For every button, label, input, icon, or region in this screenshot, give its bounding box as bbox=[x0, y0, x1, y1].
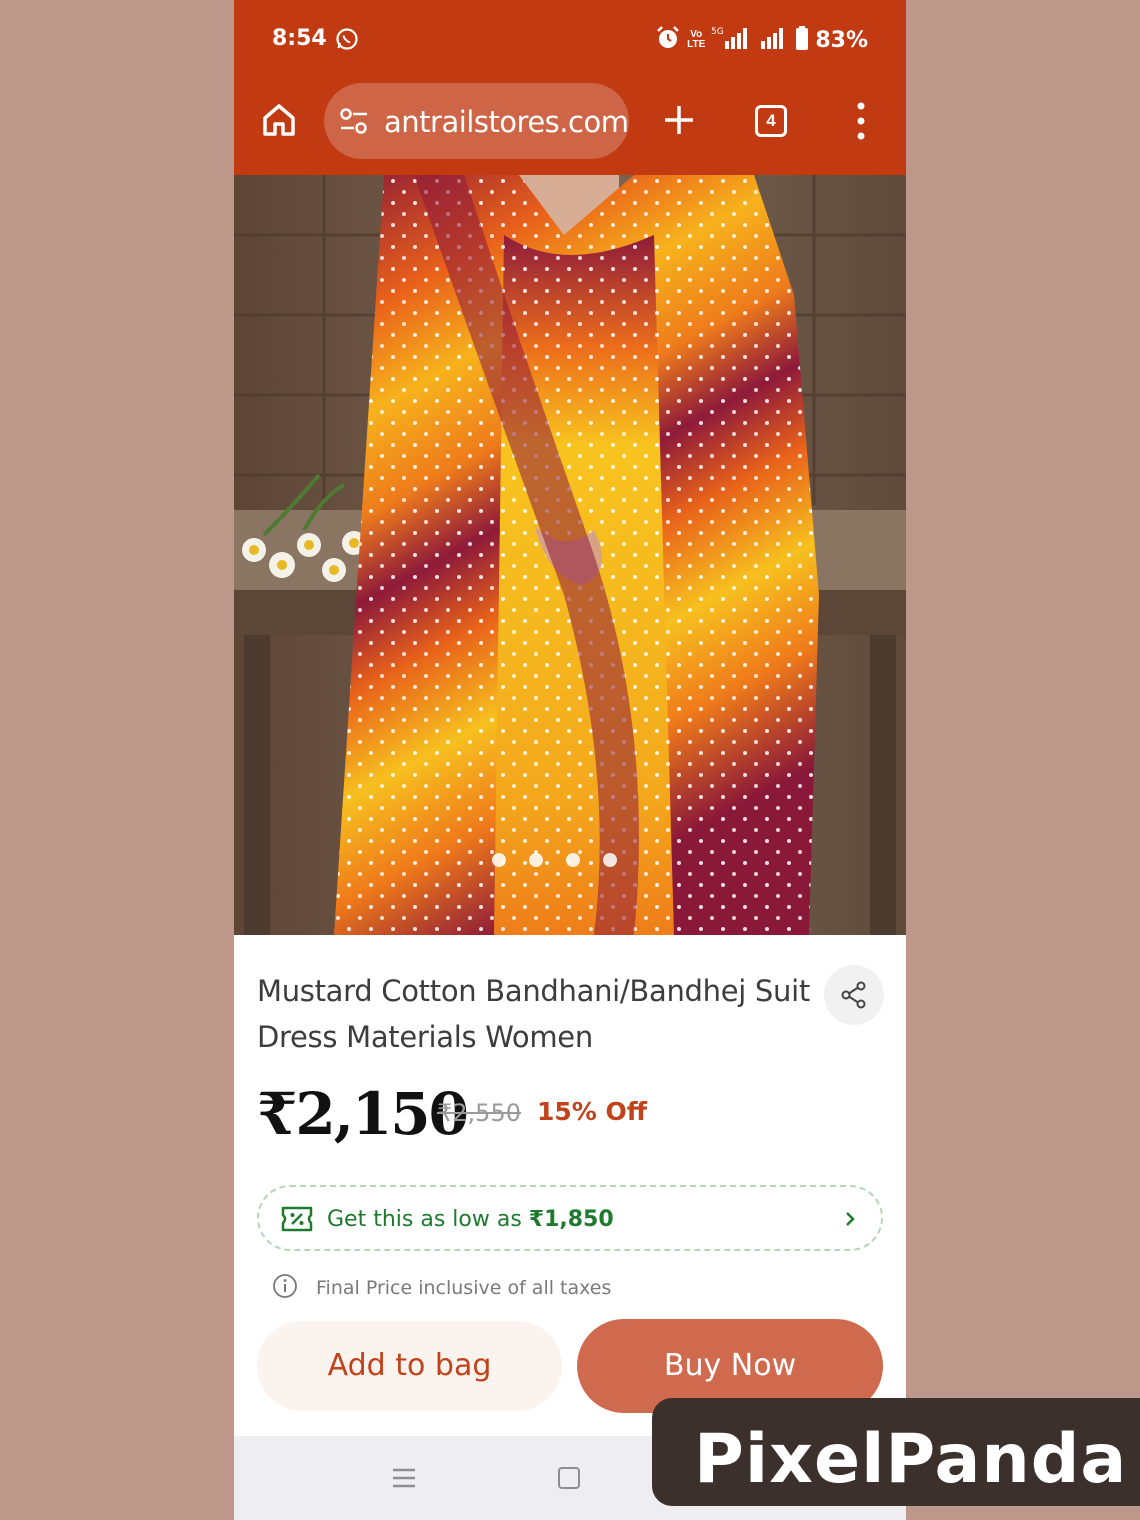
browser-toolbar: antrailstores.com 4 bbox=[234, 80, 906, 175]
product-image-carousel[interactable] bbox=[234, 175, 906, 935]
url-text: antrailstores.com bbox=[384, 105, 629, 139]
chevron-right-icon bbox=[843, 1209, 857, 1229]
offer-coupon-icon bbox=[281, 1204, 313, 1234]
add-to-bag-button[interactable]: Add to bag bbox=[257, 1321, 562, 1411]
tax-note-text: Final Price inclusive of all taxes bbox=[316, 1277, 612, 1299]
carousel-dots bbox=[492, 853, 617, 867]
browser-header: 8:54 Vo LTE 5G 83% antrailstores.com 4 bbox=[234, 0, 906, 175]
more-vert-icon[interactable] bbox=[849, 100, 873, 142]
alarm-icon bbox=[655, 25, 681, 56]
status-bar: 8:54 Vo LTE 5G 83% bbox=[234, 0, 906, 80]
info-icon bbox=[272, 1273, 298, 1299]
share-button[interactable] bbox=[824, 965, 884, 1025]
tax-note: Final Price inclusive of all taxes bbox=[272, 1273, 772, 1303]
offer-strip[interactable]: Get this as low as ₹1,850 bbox=[257, 1185, 883, 1251]
product-photo bbox=[234, 175, 906, 935]
phone-screen: 8:54 Vo LTE 5G 83% antrailstores.com 4 M… bbox=[234, 0, 906, 1520]
carousel-dot[interactable] bbox=[492, 853, 506, 867]
nav-home-icon[interactable] bbox=[558, 1467, 580, 1489]
share-icon bbox=[841, 981, 866, 1009]
volte-indicator: Vo LTE bbox=[687, 30, 705, 50]
battery-percent: 83% bbox=[815, 27, 868, 53]
product-details: Mustard Cotton Bandhani/Bandhej Suit Dre… bbox=[234, 935, 906, 1435]
signal-icon: 5G bbox=[711, 25, 753, 56]
offer-text: Get this as low as ₹1,850 bbox=[327, 1207, 614, 1232]
offer-prefix: Get this as low as bbox=[327, 1207, 529, 1232]
status-icons: Vo LTE 5G 83% bbox=[655, 24, 868, 56]
whatsapp-icon bbox=[335, 27, 359, 51]
carousel-dot[interactable] bbox=[566, 853, 580, 867]
volte-bottom: LTE bbox=[687, 39, 706, 50]
signal-icon-2 bbox=[759, 25, 789, 56]
address-bar[interactable]: antrailstores.com bbox=[324, 83, 629, 159]
home-icon[interactable] bbox=[259, 100, 299, 140]
tab-switcher-icon[interactable]: 4 bbox=[755, 105, 787, 137]
product-title: Mustard Cotton Bandhani/Bandhej Suit Dre… bbox=[257, 974, 810, 1054]
carousel-dot[interactable] bbox=[603, 853, 617, 867]
site-settings-icon[interactable] bbox=[339, 108, 369, 134]
carousel-dot[interactable] bbox=[529, 853, 543, 867]
status-time: 8:54 bbox=[272, 26, 327, 51]
product-price: ₹2,150 bbox=[257, 1080, 469, 1148]
nav-recents-icon[interactable] bbox=[391, 1467, 417, 1489]
offer-amount: ₹1,850 bbox=[528, 1207, 614, 1232]
watermark-text: PixelPanda bbox=[694, 1420, 1128, 1499]
battery-icon bbox=[795, 25, 809, 56]
product-mrp: ₹2,550 bbox=[437, 1099, 521, 1127]
discount-badge: 15% Off bbox=[537, 1097, 648, 1126]
plus-icon[interactable] bbox=[659, 100, 699, 140]
signal-5g-label: 5G bbox=[711, 27, 724, 37]
watermark-badge: PixelPanda bbox=[652, 1398, 1140, 1506]
